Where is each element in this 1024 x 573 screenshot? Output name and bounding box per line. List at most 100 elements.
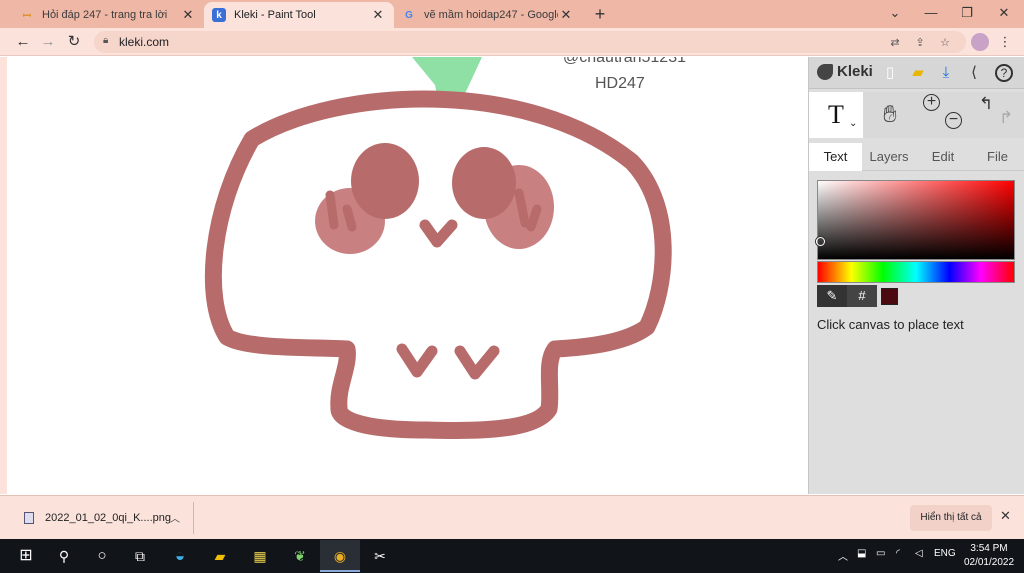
download-icon[interactable]: ⤓ [935, 62, 957, 84]
forward-arrow-icon[interactable]: → [38, 32, 58, 52]
meet-now-icon[interactable]: ⬓ [857, 548, 866, 559]
address-bar[interactable]: 🔒︎ kleki.com ⇄ ⇪ ☆ [94, 31, 966, 53]
volume-icon[interactable]: ◁ [915, 548, 923, 559]
minimize-button[interactable]: — [913, 2, 949, 24]
kleki-favicon-icon: k [212, 8, 226, 22]
show-all-button[interactable]: Hiển thị tất cả [910, 505, 992, 531]
hex-input-button[interactable]: # [847, 285, 877, 307]
tab-kleki[interactable]: k Kleki - Paint Tool ✕ [204, 2, 394, 28]
tooth-right [454, 345, 500, 380]
history-controls: ↰ ↱ [971, 92, 1024, 138]
clock-date: 02/01/2022 [963, 557, 1015, 568]
windows-taskbar: ⊞ ⚲ ○ ⧉ ◒ ▰ ▦ ❦ ◉ ✂ ︿ ⬓ ▭ ◜ ◁ ENG 3:54 P… [0, 539, 1024, 573]
tab-search-chevron-icon[interactable]: ⌄ [877, 2, 913, 24]
eyedropper-icon[interactable]: ✎ [817, 285, 847, 307]
battery-icon[interactable]: ▭ [876, 548, 885, 559]
download-bar: 2022_01_02_0qi_K....png ︿ Hiển thị tất c… [0, 495, 1024, 539]
close-tab-icon[interactable]: ✕ [558, 7, 574, 23]
nose [419, 219, 458, 248]
hoidap-favicon-icon: ꟷ [22, 11, 32, 22]
skull-outline [204, 90, 672, 440]
right-eye [452, 147, 516, 219]
color-saturation-field[interactable] [817, 180, 1015, 260]
redo-icon[interactable]: ↱ [999, 108, 1013, 128]
tab-title: vẽ mầm hoidap247 - Google Tìm [424, 9, 558, 21]
current-color-swatch[interactable] [881, 288, 898, 305]
close-download-bar-icon[interactable]: ✕ [1000, 508, 1011, 524]
wifi-icon[interactable]: ◜ [896, 548, 900, 559]
tooth-left [396, 343, 438, 378]
undo-icon[interactable]: ↰ [979, 94, 993, 114]
watermark-site: HD247 [595, 75, 645, 92]
close-tab-icon[interactable]: ✕ [180, 7, 196, 23]
profile-avatar[interactable] [971, 33, 989, 51]
drawing-canvas[interactable]: @chautran51231 HD247 [7, 57, 807, 494]
back-arrow-icon[interactable]: ← [13, 32, 33, 52]
tab-layers[interactable]: Layers [862, 143, 916, 171]
tab-title: Hỏi đáp 247 - trang tra lời [42, 9, 168, 21]
chevron-up-icon[interactable]: ︿ [170, 510, 180, 525]
google-favicon-icon: G [405, 9, 413, 21]
taskbar-clock[interactable]: 3:54 PM 02/01/2022 [958, 542, 1020, 570]
close-tab-icon[interactable]: ✕ [370, 7, 386, 23]
tab-title: Kleki - Paint Tool [234, 9, 316, 21]
tab-text[interactable]: Text [809, 143, 862, 171]
chevron-down-icon[interactable]: ⌄ [849, 118, 857, 129]
lock-icon[interactable]: 🔒︎ [103, 35, 108, 46]
left-eye [351, 143, 419, 219]
kleki-toolbar: T ⌄ ✋︎ + − ↰ ↱ [809, 92, 1024, 138]
chrome-icon[interactable]: ◉ [320, 540, 360, 572]
browser-toolbar: ← → ↻ 🔒︎ kleki.com ⇄ ⇪ ☆ ⋮ [0, 28, 1024, 56]
share-icon[interactable]: ⇪ [912, 35, 928, 51]
new-image-icon[interactable]: ▯ [879, 62, 901, 84]
menu-kebab-icon[interactable]: ⋮ [996, 33, 1014, 51]
text-tool-icon: T [828, 100, 844, 129]
search-icon[interactable]: ⚲ [52, 544, 76, 568]
text-tool-hint: Click canvas to place text [817, 317, 964, 332]
translate-icon[interactable]: ⇄ [887, 35, 903, 51]
kleki-panel: Kleki ▯ ▰ ⤓ ⟨ ? T ⌄ ✋︎ + − ↰ ↱ Text Laye… [808, 57, 1024, 494]
windows-start-icon[interactable]: ⊞ [14, 544, 38, 568]
restore-button[interactable]: ❐ [949, 2, 985, 24]
show-hidden-icons-icon[interactable]: ︿ [838, 548, 848, 563]
watermark-username: @chautran51231 [563, 57, 686, 66]
zoom-in-icon[interactable]: + [923, 94, 940, 111]
app-leaf-icon[interactable]: ❦ [288, 544, 312, 568]
text-tool-button[interactable]: T ⌄ [809, 92, 863, 138]
store-icon[interactable]: ▦ [248, 544, 272, 568]
tab-file[interactable]: File [970, 143, 1024, 171]
hand-tool-icon[interactable]: ✋︎ [865, 92, 915, 138]
new-tab-button[interactable]: + [590, 4, 610, 24]
tab-strip: ꟷ Hỏi đáp 247 - trang tra lời ✕ k Kleki … [0, 0, 1024, 28]
hue-slider[interactable] [817, 261, 1015, 283]
file-icon [24, 512, 34, 524]
input-language[interactable]: ENG [934, 548, 956, 559]
kleki-bird-icon [817, 63, 833, 80]
kleki-header: Kleki ▯ ▰ ⤓ ⟨ ? [809, 57, 1024, 89]
download-item[interactable]: 2022_01_02_0qi_K....png ︿ [10, 502, 194, 534]
color-picker-controls: ✎ # [817, 285, 877, 307]
download-filename: 2022_01_02_0qi_K....png [45, 512, 172, 524]
skull-drawing [204, 57, 672, 440]
snip-app-icon[interactable]: ✂ [368, 544, 392, 568]
bookmark-star-icon[interactable]: ☆ [937, 35, 953, 51]
kleki-logo[interactable]: Kleki [817, 63, 873, 80]
file-explorer-icon[interactable]: ▰ [208, 544, 232, 568]
kleki-tabs: Text Layers Edit File [809, 143, 1024, 171]
reload-icon[interactable]: ↻ [64, 32, 84, 52]
url-text: kleki.com [119, 35, 170, 49]
zoom-controls: + − [919, 92, 969, 138]
edge-icon[interactable]: ◒ [168, 544, 192, 568]
color-cursor[interactable] [816, 237, 825, 246]
open-folder-icon[interactable]: ▰ [907, 62, 929, 84]
close-window-button[interactable]: ✕ [986, 2, 1022, 24]
help-icon[interactable]: ? [995, 64, 1013, 82]
clock-time: 3:54 PM [970, 543, 1008, 554]
tab-edit[interactable]: Edit [916, 143, 970, 171]
task-view-icon[interactable]: ⧉ [128, 544, 152, 568]
zoom-out-icon[interactable]: − [945, 112, 962, 129]
tab-google-search[interactable]: G vẽ mầm hoidap247 - Google Tìm ✕ [394, 2, 582, 28]
tab-hoidap247[interactable]: ꟷ Hỏi đáp 247 - trang tra lời ✕ [12, 2, 204, 28]
cortana-icon[interactable]: ○ [90, 544, 114, 568]
share-icon[interactable]: ⟨ [963, 62, 985, 84]
